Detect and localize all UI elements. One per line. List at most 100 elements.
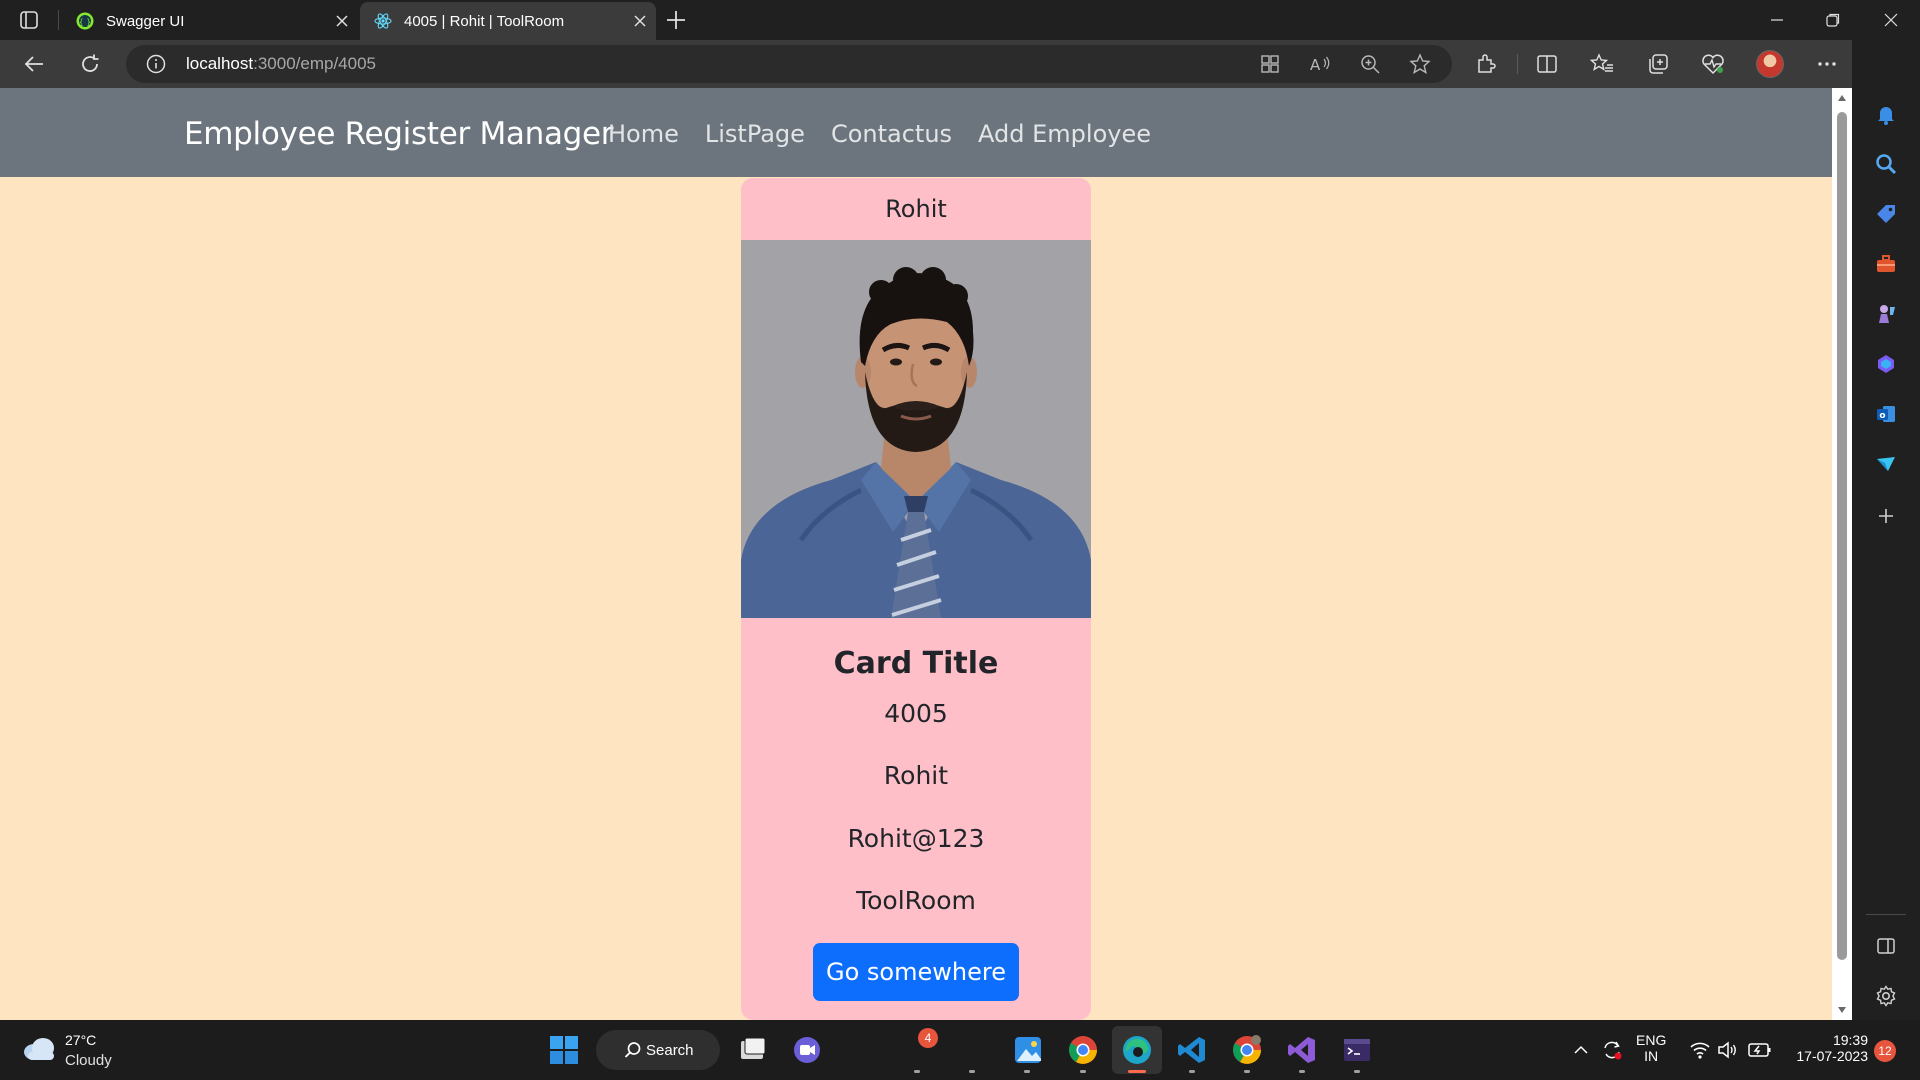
edge-sidebar: o — [1852, 40, 1920, 1020]
outlook-icon[interactable]: o — [1874, 402, 1898, 426]
url-text[interactable]: localhost:3000/emp/4005 — [186, 54, 376, 74]
close-icon[interactable] — [326, 7, 358, 35]
app-available-icon[interactable] — [1258, 52, 1282, 76]
chrome-icon[interactable] — [1067, 1034, 1099, 1066]
chrome-profile-icon[interactable] — [1231, 1034, 1263, 1066]
employee-department: ToolRoom — [856, 886, 976, 915]
zoom-icon[interactable] — [1358, 52, 1382, 76]
running-indicator — [1024, 1070, 1030, 1073]
nav-link-contactus[interactable]: Contactus — [831, 120, 952, 148]
go-somewhere-button[interactable]: Go somewhere — [813, 943, 1019, 1001]
running-indicator — [1354, 1070, 1360, 1073]
tab-divider — [58, 10, 59, 30]
search-icon[interactable] — [1874, 152, 1898, 176]
sync-icon[interactable] — [1596, 1034, 1628, 1066]
navbar: Employee Register Manager Home ListPage … — [0, 88, 1832, 177]
nav-link-home[interactable]: Home — [608, 120, 679, 148]
window-close-icon[interactable] — [1862, 0, 1920, 40]
running-indicator — [1299, 1070, 1305, 1073]
tab-title: 4005 | Rohit | ToolRoom — [404, 12, 565, 30]
favorites-icon[interactable] — [1590, 52, 1614, 76]
employee-id: 4005 — [884, 699, 948, 728]
back-arrow-icon[interactable] — [22, 52, 46, 76]
microsoft-365-icon[interactable] — [1874, 352, 1898, 376]
react-icon — [374, 12, 392, 30]
search-icon — [624, 1042, 641, 1058]
scroll-up-icon[interactable] — [1837, 94, 1847, 102]
svg-text:o: o — [1879, 411, 1885, 421]
navbar-brand[interactable]: Employee Register Manager — [184, 116, 614, 152]
battery-icon[interactable] — [1744, 1034, 1776, 1066]
edge-icon[interactable] — [1121, 1034, 1153, 1066]
visual-studio-icon[interactable] — [1286, 1034, 1318, 1066]
page-viewport: Employee Register Manager Home ListPage … — [0, 88, 1832, 1020]
tab-employee[interactable]: 4005 | Rohit | ToolRoom — [360, 2, 656, 40]
profile-avatar[interactable] — [1756, 50, 1784, 78]
minimize-icon[interactable] — [1748, 0, 1806, 40]
svg-text:A: A — [1310, 56, 1321, 74]
nav-link-add-employee[interactable]: Add Employee — [978, 120, 1151, 148]
running-indicator — [914, 1070, 920, 1073]
nav-link-listpage[interactable]: ListPage — [705, 120, 805, 148]
employee-card: Rohit Card Title 4005 Rohit Rohit@123 To… — [741, 178, 1091, 1020]
bell-icon[interactable] — [1874, 102, 1898, 126]
weather-temperature: 27°C — [65, 1032, 97, 1048]
restore-icon[interactable] — [1804, 0, 1862, 40]
browser-tab-strip: { } Swagger UI 4005 | Rohit | ToolRoom — [0, 0, 1920, 40]
scroll-down-icon[interactable] — [1837, 1006, 1847, 1014]
windows-taskbar: 27°C Cloudy Search 4 ENG IN 19:39 17-07-… — [0, 1020, 1920, 1080]
refresh-icon[interactable] — [78, 52, 102, 76]
tools-briefcase-icon[interactable] — [1874, 252, 1898, 276]
sidebar-divider — [1866, 914, 1906, 915]
browser-essentials-icon[interactable] — [1701, 52, 1725, 76]
browser-toolbar: localhost:3000/emp/4005 A — [0, 40, 1920, 88]
running-indicator — [1080, 1070, 1086, 1073]
svg-text:{ }: { } — [79, 18, 92, 27]
taskbar-search[interactable]: Search — [596, 1030, 720, 1070]
volume-icon[interactable] — [1712, 1034, 1744, 1066]
teams-chat-icon[interactable] — [791, 1034, 823, 1066]
notification-badge: 4 — [918, 1028, 938, 1048]
card-header: Rohit — [885, 195, 947, 223]
vscode-icon[interactable] — [1176, 1034, 1208, 1066]
drop-send-icon[interactable] — [1874, 452, 1898, 476]
shopping-tag-icon[interactable] — [1874, 202, 1898, 226]
hide-sidebar-icon[interactable] — [1874, 934, 1898, 958]
swagger-icon: { } — [76, 12, 94, 30]
site-info-icon[interactable] — [146, 54, 166, 74]
card-title: Card Title — [833, 646, 999, 681]
settings-gear-icon[interactable] — [1874, 984, 1898, 1008]
terminal-icon[interactable] — [1341, 1034, 1373, 1066]
chevron-up-icon[interactable] — [1565, 1034, 1597, 1066]
extensions-icon[interactable] — [1474, 52, 1498, 76]
collections-icon[interactable] — [1646, 52, 1670, 76]
tab-swagger[interactable]: { } Swagger UI — [62, 2, 358, 40]
clock[interactable]: 19:39 17-07-2023 — [1784, 1032, 1868, 1064]
notification-count-badge[interactable]: 12 — [1874, 1040, 1896, 1062]
windows-start-icon[interactable] — [548, 1034, 580, 1066]
more-menu-icon[interactable] — [1815, 52, 1839, 76]
page-scrollbar[interactable] — [1832, 88, 1852, 1020]
tab-title: Swagger UI — [106, 12, 185, 30]
cloud-weather-icon[interactable] — [22, 1036, 56, 1062]
task-view-icon[interactable] — [737, 1034, 769, 1066]
add-icon[interactable] — [1874, 504, 1898, 528]
new-tab-icon[interactable] — [664, 8, 688, 32]
favorite-star-icon[interactable] — [1408, 52, 1432, 76]
read-aloud-icon[interactable]: A — [1308, 52, 1332, 76]
running-indicator — [969, 1070, 975, 1073]
scroll-thumb[interactable] — [1837, 112, 1847, 960]
split-screen-icon[interactable] — [1535, 52, 1559, 76]
photos-icon[interactable] — [1012, 1034, 1044, 1066]
close-icon[interactable] — [624, 7, 656, 35]
language-indicator[interactable]: ENG IN — [1636, 1032, 1666, 1064]
games-chess-icon[interactable] — [1874, 302, 1898, 326]
weather-description: Cloudy — [65, 1052, 112, 1069]
employee-password: Rohit@123 — [847, 824, 985, 853]
running-indicator — [1189, 1070, 1195, 1073]
employee-name: Rohit — [883, 761, 949, 790]
search-label: Search — [646, 1041, 694, 1059]
address-bar[interactable]: localhost:3000/emp/4005 A — [126, 45, 1452, 83]
employee-photo — [741, 240, 1091, 618]
tab-actions-icon[interactable] — [18, 9, 40, 31]
